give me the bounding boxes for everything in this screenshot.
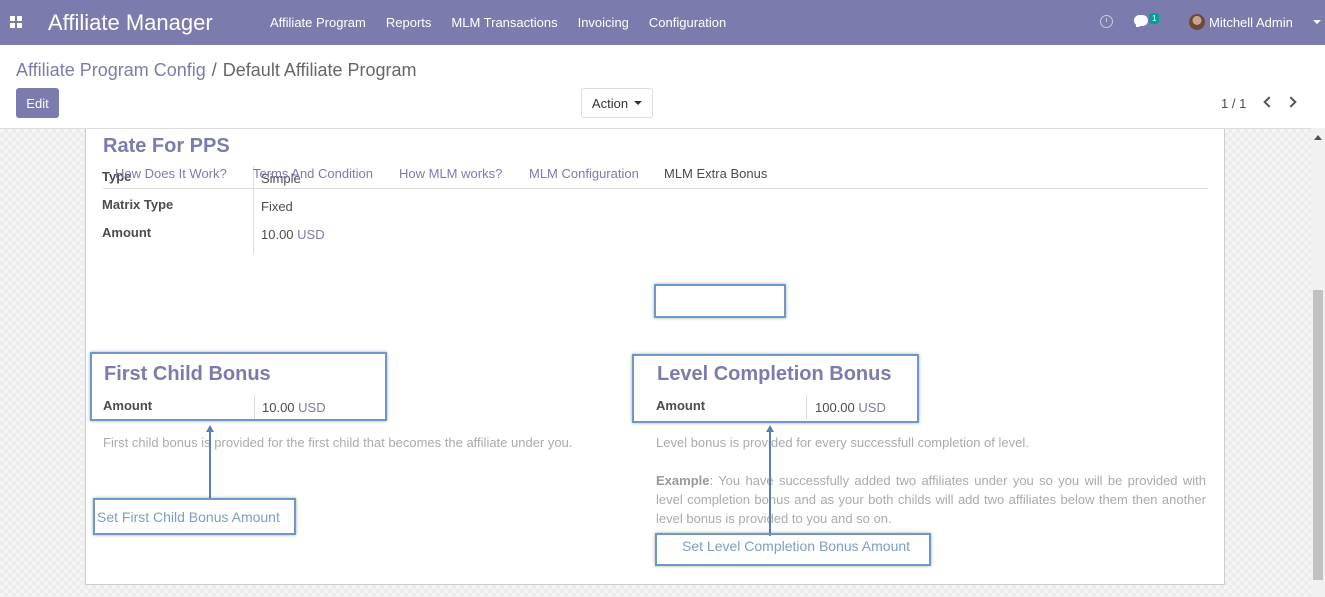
tab-mlm-configuration[interactable]: MLM Configuration [529, 166, 639, 181]
user-avatar[interactable] [1189, 14, 1205, 30]
example-label: Example [656, 473, 710, 488]
main-menu: Affiliate Program Reports MLM Transactio… [260, 0, 736, 45]
user-menu-name[interactable]: Mitchell Admin [1209, 15, 1293, 30]
highlight-first-child-box [90, 352, 387, 421]
app-title[interactable]: Affiliate Manager [48, 10, 213, 36]
rate-pps-title: Rate For PPS [103, 135, 230, 157]
activity-clock-icon[interactable] [1100, 15, 1113, 28]
first-child-annotation: Set First Child Bonus Amount [97, 509, 280, 525]
caret-down-icon[interactable] [1313, 20, 1321, 24]
breadcrumb-separator: / [211, 60, 217, 80]
apps-menu-icon[interactable] [10, 16, 22, 28]
pager-previous-icon[interactable] [1263, 96, 1275, 108]
menu-affiliate-program[interactable]: Affiliate Program [260, 15, 376, 30]
caret-down-icon [634, 101, 643, 105]
breadcrumb: Affiliate Program Config / Default Affil… [16, 60, 417, 81]
arrow-up-icon [766, 425, 774, 432]
tab-how-mlm-works[interactable]: How MLM works? [399, 166, 502, 181]
tab-mlm-extra-bonus[interactable]: MLM Extra Bonus [664, 166, 767, 181]
breadcrumb-parent[interactable]: Affiliate Program Config [16, 60, 206, 81]
vertical-scrollbar[interactable] [1311, 128, 1325, 597]
notebook-tabs: How Does It Work? Terms And Condition Ho… [103, 156, 1208, 189]
messages-badge: 1 [1149, 13, 1160, 24]
breadcrumb-current: Default Affiliate Program [222, 60, 417, 80]
first-child-description: First child bonus is provided for the fi… [103, 435, 573, 450]
menu-mlm-transactions[interactable]: MLM Transactions [441, 15, 567, 30]
amount-number: 10.00 [261, 227, 294, 242]
matrix-type-value: Fixed [261, 199, 293, 214]
scroll-thumb[interactable] [1313, 290, 1323, 580]
action-dropdown-button[interactable]: Action [581, 88, 653, 118]
tab-how-does-it-work[interactable]: How Does It Work? [115, 166, 227, 181]
menu-reports[interactable]: Reports [376, 15, 442, 30]
amount-label: Amount [102, 225, 152, 240]
amount-value: 10.00 USD [261, 227, 325, 242]
level-completion-annotation: Set Level Completion Bonus Amount [682, 538, 911, 554]
tab-terms-and-condition[interactable]: Terms And Condition [253, 166, 373, 181]
menu-configuration[interactable]: Configuration [639, 15, 736, 30]
level-completion-example: Example: You have successfully added two… [656, 471, 1206, 528]
scroll-up-icon[interactable] [1314, 135, 1322, 140]
annotation-arrow-line [769, 432, 771, 536]
menu-invoicing[interactable]: Invoicing [568, 15, 639, 30]
edit-button[interactable]: Edit [16, 88, 59, 118]
messages-chat-icon[interactable] [1134, 15, 1148, 27]
top-navbar: Affiliate Manager Affiliate Program Repo… [0, 0, 1325, 45]
pager-value[interactable]: 1 / 1 [1221, 96, 1246, 111]
pager-next-icon[interactable] [1285, 96, 1297, 108]
level-completion-description: Level bonus is provided for every succes… [656, 435, 1029, 450]
action-label: Action [591, 95, 629, 111]
example-text: : You have successfully added two affili… [656, 473, 1206, 526]
arrow-up-icon [206, 425, 214, 432]
matrix-type-label: Matrix Type [102, 197, 174, 212]
amount-currency: USD [297, 227, 325, 242]
highlight-tab-box [654, 284, 786, 318]
annotation-arrow-line [209, 432, 211, 498]
highlight-level-completion-box [632, 354, 919, 423]
